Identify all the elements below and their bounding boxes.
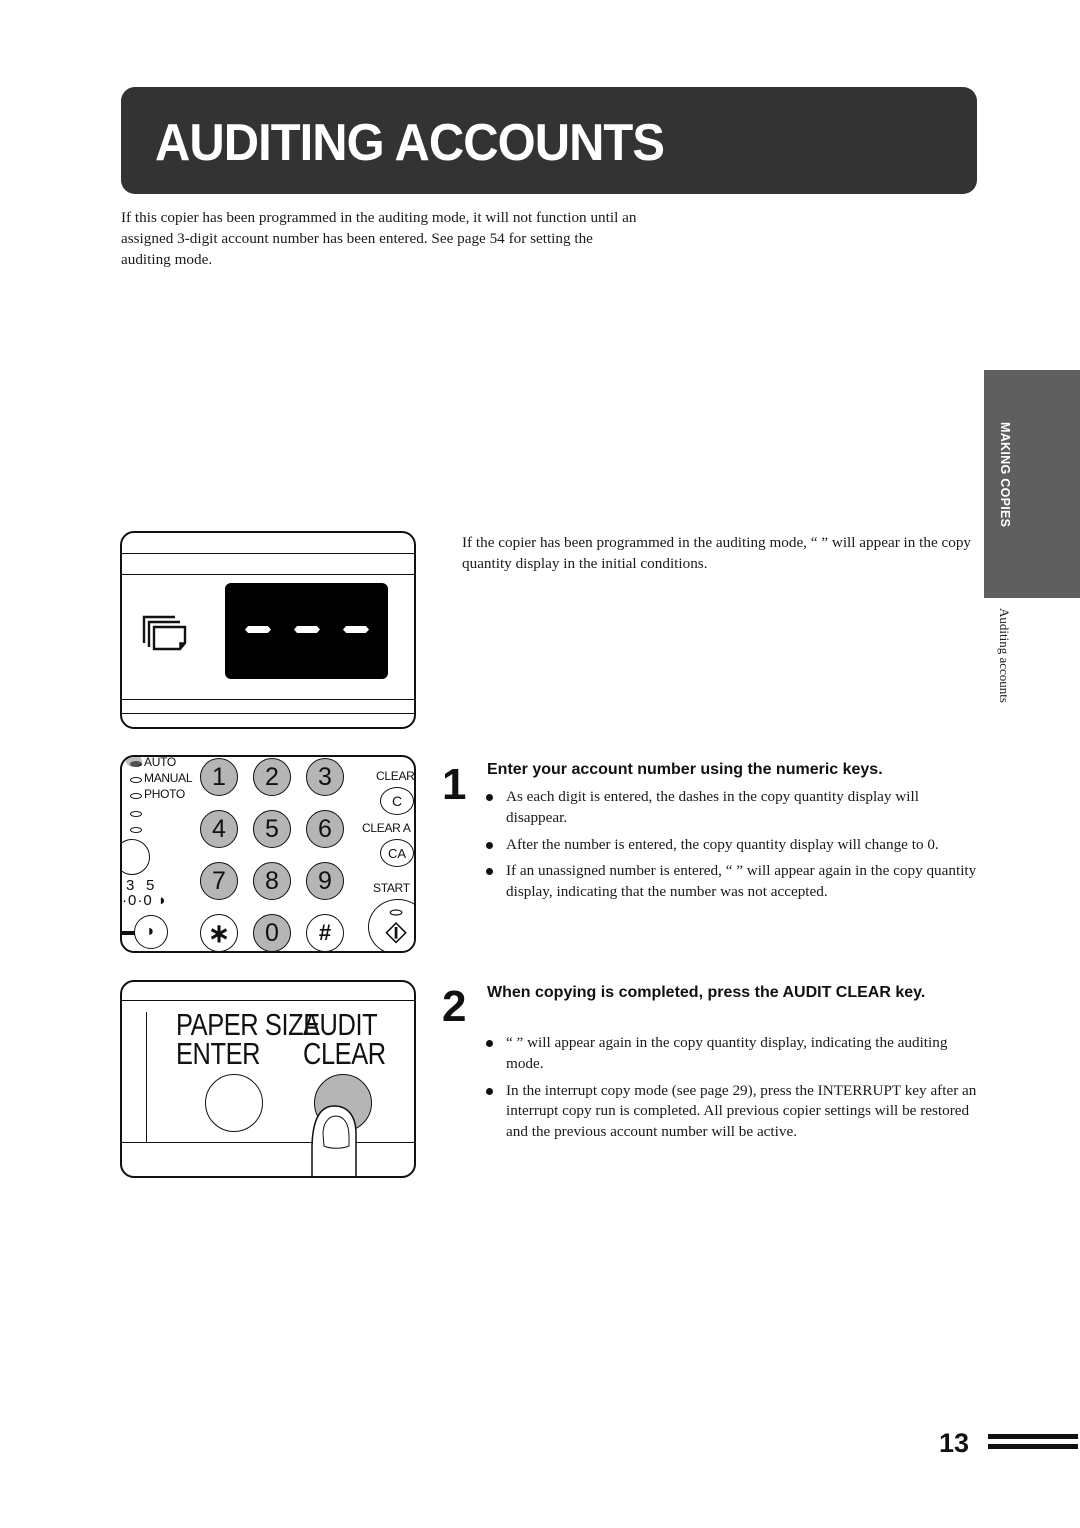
section-tab: MAKING COPIES [984, 370, 1080, 598]
clear-all-button[interactable]: CA [380, 839, 414, 867]
key-1[interactable]: 1 [200, 758, 238, 796]
exposure-mode-photo: PHOTO [144, 787, 185, 801]
photo-led-icon [130, 793, 142, 799]
panel-divider [122, 574, 414, 575]
key-hash[interactable]: # [306, 914, 344, 951]
step-number: 2 [442, 982, 467, 1031]
clear-button[interactable]: C [380, 787, 414, 815]
key-8[interactable]: 8 [253, 862, 291, 900]
key-asterisk[interactable]: ∗ [200, 914, 238, 951]
title-banner: AUDITING ACCOUNTS [121, 87, 977, 194]
display-dash [294, 626, 320, 633]
list-item: “ ” will appear again in the copy quanti… [486, 1033, 978, 1075]
bullet-icon [486, 1040, 493, 1047]
key-7[interactable]: 7 [200, 862, 238, 900]
copies-stack-icon [142, 615, 187, 651]
bullet-icon [486, 868, 493, 876]
key-3[interactable]: 3 [306, 758, 344, 796]
paper-size-enter-button[interactable] [205, 1074, 263, 1132]
display-dash [245, 626, 271, 633]
key-9[interactable]: 9 [306, 862, 344, 900]
bullet-icon [486, 1087, 493, 1095]
page-rule [988, 1434, 1078, 1439]
exposure-mode-manual: MANUAL [144, 771, 193, 785]
exposure-button[interactable] [122, 839, 150, 875]
copy-quantity-display-illustration [120, 531, 416, 729]
audit-clear-illustration: PAPER SIZE ENTER AUDIT CLEAR [120, 980, 416, 1178]
start-button[interactable] [368, 899, 414, 951]
auto-led-glow [126, 757, 142, 767]
clear-label: CLEAR [376, 769, 415, 783]
list-item: As each digit is entered, the dashes in … [486, 787, 978, 829]
panel-divider [122, 553, 414, 554]
list-item: After the number is entered, the copy qu… [486, 835, 978, 856]
key-0[interactable]: 0 [253, 914, 291, 951]
step-heading: When copying is completed, press the AUD… [487, 984, 926, 1001]
display-description: If the copier has been programmed in the… [462, 534, 972, 572]
subsection-label: Auditing accounts [997, 608, 1012, 703]
step-1-bullets: As each digit is entered, the dashes in … [486, 787, 978, 909]
key-2[interactable]: 2 [253, 758, 291, 796]
density-scale-icon: ·0·0 ◗ [122, 892, 168, 909]
bullet-icon [486, 841, 493, 849]
indicator-led-icon [130, 811, 142, 817]
section-tab-label: MAKING COPIES [998, 422, 1012, 528]
page-number: 13 [939, 1428, 970, 1458]
enter-label: ENTER [176, 1036, 261, 1071]
bullet-icon [486, 794, 493, 801]
key-4[interactable]: 4 [200, 810, 238, 848]
page-title: AUDITING ACCOUNTS [155, 114, 665, 172]
key-5[interactable]: 5 [253, 810, 291, 848]
panel-divider [122, 713, 414, 714]
step-heading: Enter your account number using the nume… [487, 761, 883, 778]
intro-paragraph: If this copier has been programmed in th… [121, 209, 637, 268]
exposure-mode-auto: AUTO [144, 755, 176, 769]
copy-quantity-lcd [225, 583, 388, 679]
page-rule [988, 1444, 1078, 1449]
step-number: 1 [442, 760, 467, 809]
finger-press-icon [311, 1105, 357, 1176]
manual-led-icon [130, 777, 142, 783]
display-dash [343, 626, 369, 633]
list-item: If an unassigned number is entered, “ ” … [486, 861, 978, 903]
start-label: START [373, 881, 410, 895]
clear-label: CLEAR [303, 1036, 386, 1071]
panel-divider [122, 1000, 414, 1001]
list-item: In the interrupt copy mode (see page 29)… [486, 1081, 978, 1143]
start-diamond-icon [385, 909, 407, 944]
density-button[interactable]: ◗ [134, 915, 168, 949]
panel-divider [146, 1012, 147, 1142]
key-6[interactable]: 6 [306, 810, 344, 848]
step-2-bullets: “ ” will appear again in the copy quanti… [486, 1033, 978, 1149]
indicator-led-icon [130, 827, 142, 833]
panel-divider [122, 699, 414, 700]
clear-all-label: CLEAR A [362, 821, 411, 835]
numeric-keypad-illustration: AUTO MANUAL PHOTO 3 5 ·0·0 ◗ ◗ 1 2 3 4 5… [120, 755, 416, 953]
